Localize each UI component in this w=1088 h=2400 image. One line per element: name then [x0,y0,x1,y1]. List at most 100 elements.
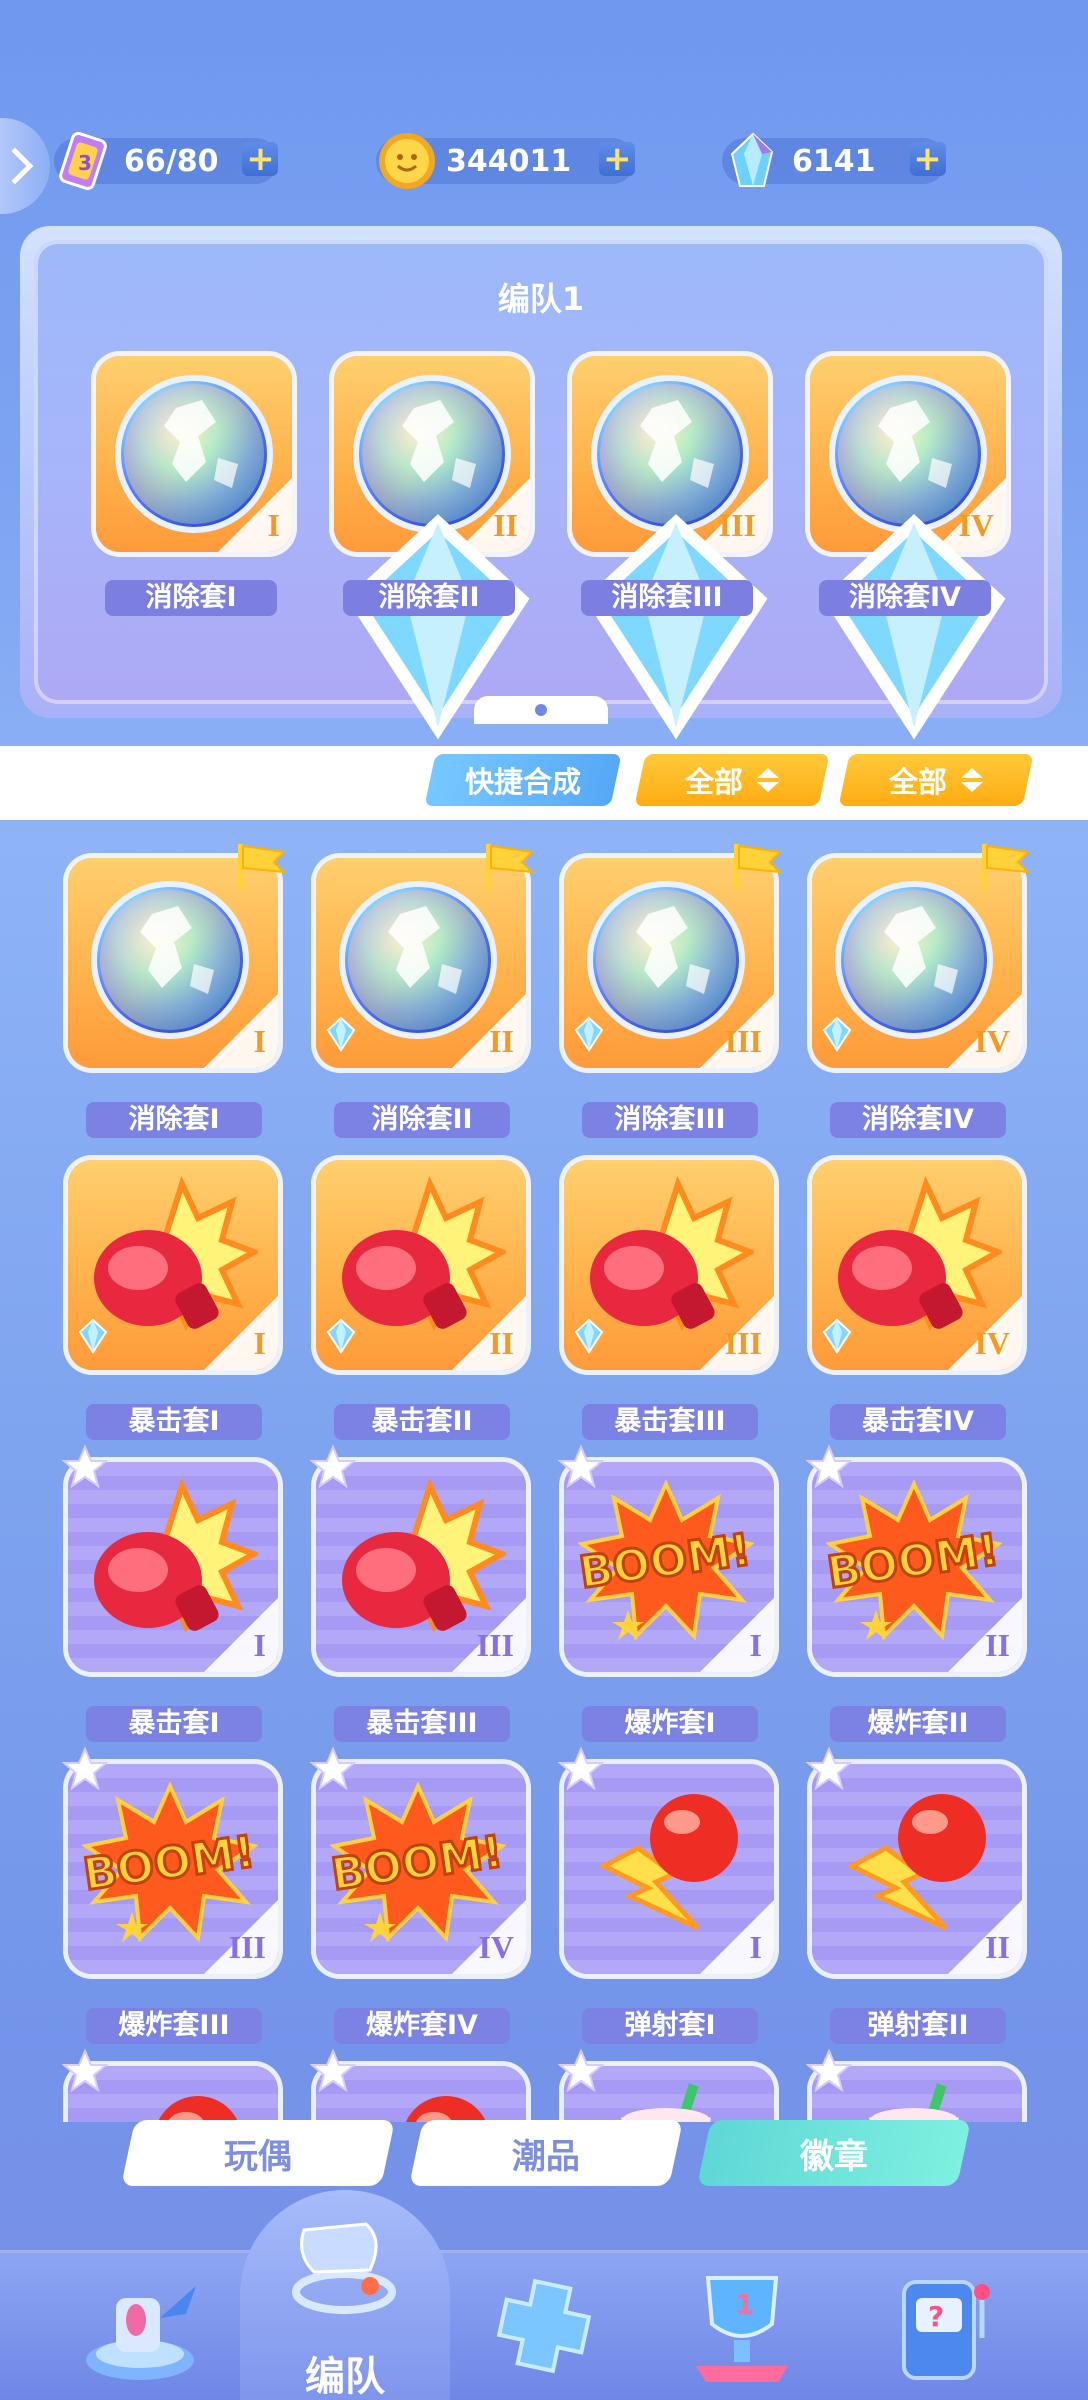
side-menu-tab[interactable] [0,118,50,214]
diamond-icon [822,1016,852,1052]
badge-card: BOOM! IV [316,1764,526,1974]
flag-icon [734,844,783,890]
stamina-value: 66/80 [124,143,219,179]
badge-item[interactable]: III 消除套III [564,840,783,1138]
badge-item[interactable]: BOOM! I 爆炸套I [558,1444,778,1742]
badge-name: 爆炸套II [830,1706,1006,1742]
bouncing-ball-icon [157,2096,239,2122]
plus-icon[interactable]: + [599,142,636,176]
star-icon [806,1746,852,1791]
badge-item[interactable]: III 暴击套III [564,1142,778,1440]
badge-item[interactable]: BOOM! III 爆炸套III [62,1746,282,2044]
tier-numeral: II [489,1325,514,1361]
tab-badges[interactable]: 徽章 [696,2120,972,2186]
plus-icon[interactable]: + [909,142,946,176]
nav-active-label: 编队 [305,2354,385,2400]
bouncing-ball-icon [405,2096,487,2122]
badge-item[interactable]: IV 消除套IV [812,840,1031,1138]
tier-numeral: III [476,1627,514,1663]
badge-name: 消除套IV [830,1102,1006,1138]
badge-item[interactable]: I 暴击套I [68,1142,282,1440]
star-icon [806,2048,852,2093]
team-whistle-icon [292,2222,396,2314]
sort-updown-icon [757,768,779,792]
filter-all-dropdown-2[interactable]: 全部 [838,754,1034,806]
coin-value: 344011 [446,143,572,179]
flag-icon [486,844,535,890]
diamond-icon [574,1016,604,1052]
nav-home[interactable] [74,2262,214,2392]
coin-icon [379,133,435,189]
badge-item[interactable] [62,2048,282,2122]
badge-item[interactable]: I 消除套I [68,840,287,1138]
crystal-icon [730,132,774,187]
team-slot-label: 消除套II [343,580,515,616]
nav-slot-machine[interactable]: ? [874,2262,1014,2392]
badge-name: 消除套II [334,1102,510,1138]
team-slot-label: 消除套I [105,580,277,616]
chevron-right-icon [0,147,34,185]
diamond-icon [78,1318,108,1354]
tier-numeral: III [724,1023,762,1059]
badge-item[interactable]: II 弹射套II [806,1746,1026,2044]
tier-numeral: IV [974,1023,1010,1059]
crystal-value: 6141 [792,143,876,179]
flag-icon [982,844,1031,890]
tier-numeral: IV [478,1929,514,1965]
team-panel: 编队1 I 消除套I II 消除套II III 消除套III IV 消除套IV [20,226,1062,740]
star-icon [310,1746,356,1791]
badge-name: 暴击套I [86,1404,262,1440]
badge-name: 消除套III [582,1102,758,1138]
badge-card: BOOM! III [68,1764,278,1974]
badge-name: 暴击套I [86,1706,262,1742]
star-icon [310,1444,356,1489]
team-title: 编队1 [497,280,585,318]
badge-item[interactable]: I 弹射套I [558,1746,778,2044]
badge-card: I [68,1462,278,1672]
badge-name: 弹射套I [582,2008,758,2044]
badge-item[interactable]: II 消除套II [316,840,535,1138]
badge-item[interactable]: I 暴击套I [62,1444,282,1742]
plus-icon[interactable]: + [242,142,279,176]
team-inner: 编队1 I 消除套I II 消除套II III 消除套III IV 消除套IV [34,240,1048,740]
badge-item[interactable]: II 暴击套II [316,1142,530,1440]
sort-updown-icon [961,768,983,792]
team-slot-card: I [96,356,292,552]
quick-merge-button[interactable]: 快捷合成 [424,754,622,806]
badge-card: III [316,1462,526,1672]
badge-name: 暴击套III [582,1404,758,1440]
filter-all-dropdown-1[interactable]: 全部 [634,754,830,806]
badge-item[interactable] [558,2048,778,2122]
star-icon [62,2048,108,2093]
filter-1-label: 全部 [684,765,743,799]
badge-inventory-grid[interactable]: I 消除套I II 消除套II III 消除套III IV 消除套IV I 暴击… [0,820,1088,2122]
drink-cup-icon [869,2083,959,2122]
star-icon [558,2048,604,2093]
diamond-icon [822,1318,852,1354]
tab-trendy-label: 潮品 [512,2136,580,2177]
card-fold [204,994,278,1068]
badge-item[interactable]: BOOM! IV 爆炸套IV [310,1746,530,2044]
star-icon [558,1746,604,1791]
card-fold [700,1900,774,1974]
badge-item[interactable] [310,2048,530,2122]
badge-item[interactable]: BOOM! II 爆炸套II [806,1444,1026,1742]
nav-trophy[interactable]: 1 [672,2262,812,2392]
tab-trendy[interactable]: 潮品 [408,2120,684,2186]
tier-numeral: III [724,1325,762,1361]
nav-game[interactable] [474,2262,614,2392]
slot-machine-icon: ? [902,2280,990,2380]
tier-numeral: II [489,1023,514,1059]
badge-item[interactable]: IV 暴击套IV [812,1142,1026,1440]
star-icon [558,1444,604,1489]
stamina-card-icon: 3 [59,132,107,190]
badge-name: 爆炸套I [582,1706,758,1742]
svg-text:1: 1 [735,2288,754,2321]
tab-dolls[interactable]: 玩偶 [120,2120,396,2186]
badge-item[interactable]: III 暴击套III [310,1444,530,1742]
card-fold [204,1296,278,1370]
badge-item[interactable] [806,2048,1026,2122]
nav-team[interactable] [274,2200,414,2330]
drink-cup-icon [621,2083,711,2122]
page-dot [535,704,547,716]
